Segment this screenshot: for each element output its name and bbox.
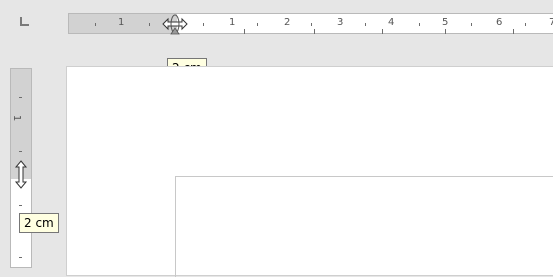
ruler-tick [314, 29, 315, 34]
ruler-tick [19, 205, 22, 206]
ruler-number: 6 [496, 17, 503, 28]
ruler-number: 5 [442, 17, 449, 28]
ruler-tick [257, 23, 258, 26]
ruler-tick [149, 23, 150, 26]
ruler-tick [244, 29, 245, 34]
ruler-tick [19, 257, 22, 258]
ruler-tick [19, 151, 22, 152]
horizontal-ruler[interactable]: 1 1 2 3 4 5 6 7 [68, 13, 553, 34]
ruler-number: 1 [118, 17, 125, 28]
ruler-tick [513, 29, 514, 34]
ruler-number: 3 [337, 17, 344, 28]
ruler-number: 2 [284, 17, 291, 28]
ruler-tick [525, 23, 526, 26]
ruler-tick [203, 23, 204, 26]
tab-stop-selector-icon[interactable] [20, 17, 29, 26]
ruler-tick [95, 23, 96, 26]
left-margin-handle[interactable] [162, 13, 188, 39]
resize-vertical-icon [14, 160, 28, 189]
resize-horizontal-icon [162, 14, 188, 35]
ruler-tick [382, 29, 383, 34]
vertical-margin-tooltip: 2 cm [19, 213, 59, 233]
ruler-tick [365, 23, 366, 26]
top-margin-handle[interactable] [13, 160, 29, 196]
ruler-tick [419, 23, 420, 26]
ruler-number: 7 [549, 17, 553, 28]
ruler-tick [445, 29, 446, 34]
ruler-tick [471, 23, 472, 26]
text-area-boundary [175, 176, 553, 277]
ruler-number: 1 [11, 114, 23, 122]
ruler-number: 4 [388, 17, 395, 28]
ruler-tick [19, 97, 22, 98]
ruler-tick [311, 23, 312, 26]
ruler-number: 1 [229, 17, 236, 28]
